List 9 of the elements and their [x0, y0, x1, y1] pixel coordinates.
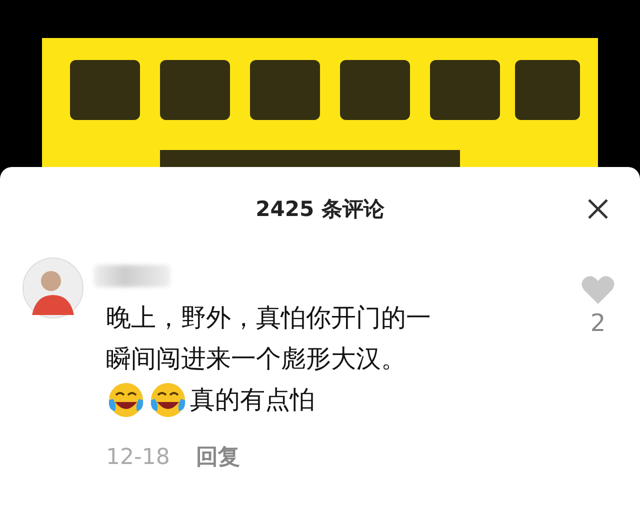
comment-text: 真的有点怕	[190, 384, 315, 416]
comment-text: 瞬间闯进来一个彪形大汉。	[106, 343, 407, 375]
like-count: 2	[590, 309, 606, 337]
close-icon	[587, 198, 609, 220]
reply-button[interactable]: 回复	[196, 442, 240, 472]
comment-date: 12-18	[106, 444, 170, 470]
comment-text: 晚上，野外，真怕你开门的一	[106, 302, 431, 334]
comment-count-title: 2425 条评论	[256, 196, 384, 223]
avatar[interactable]	[22, 257, 84, 319]
